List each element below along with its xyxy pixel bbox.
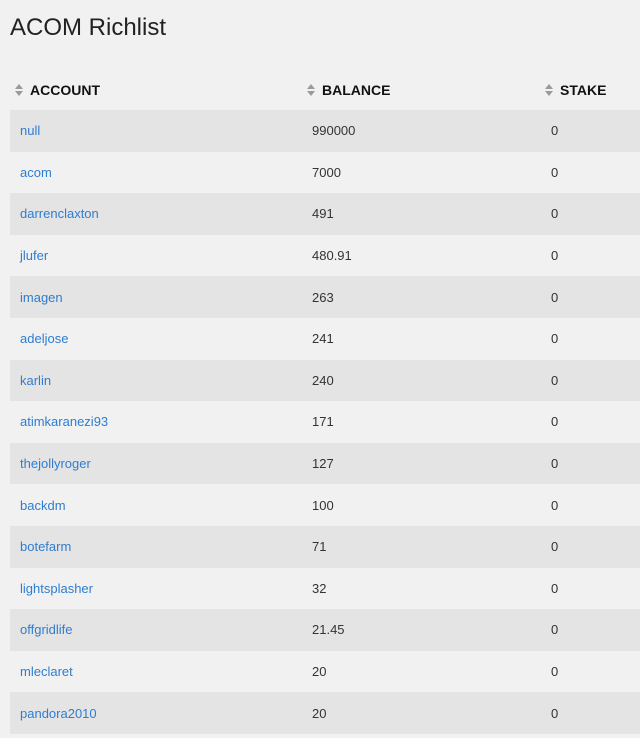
stake-cell: 0 bbox=[551, 456, 559, 472]
balance-cell: 240 bbox=[312, 372, 334, 388]
stake-cell: 0 bbox=[551, 414, 559, 430]
balance-cell: 171 bbox=[312, 414, 334, 430]
column-header-balance-label: BALANCE bbox=[322, 82, 391, 98]
stake-cell: 0 bbox=[551, 705, 559, 721]
stake-cell: 0 bbox=[551, 622, 559, 638]
stake-cell: 0 bbox=[551, 497, 559, 513]
balance-cell: 241 bbox=[312, 331, 334, 347]
account-link[interactable]: botefarm bbox=[20, 526, 71, 568]
column-header-stake-label: STAKE bbox=[560, 82, 607, 98]
balance-cell: 32 bbox=[312, 580, 327, 596]
balance-cell: 20 bbox=[312, 664, 327, 680]
account-link[interactable]: karlin bbox=[20, 360, 51, 402]
table-row: botefarm 71 0 bbox=[10, 525, 640, 568]
page: ACOM Richlist ACCOUNT BALANCE STAKE null… bbox=[0, 0, 640, 738]
balance-cell: 20 bbox=[312, 705, 327, 721]
table-row: backdm 100 0 bbox=[10, 484, 640, 526]
account-link[interactable]: mleclaret bbox=[20, 651, 73, 693]
column-header-account[interactable]: ACCOUNT bbox=[14, 70, 100, 110]
table-row: thejollyroger 127 0 bbox=[10, 442, 640, 485]
table-row: pandora2010 20 0 bbox=[10, 692, 640, 734]
table-row: darrenclaxton 491 0 bbox=[10, 193, 640, 235]
account-link[interactable]: imagen bbox=[20, 276, 63, 318]
table-row: offgridlife 21.45 0 bbox=[10, 609, 640, 651]
table-row: null 990000 0 bbox=[10, 110, 640, 152]
sort-icon[interactable] bbox=[14, 83, 24, 97]
stake-cell: 0 bbox=[551, 331, 559, 347]
stake-cell: 0 bbox=[551, 248, 559, 264]
balance-cell: 263 bbox=[312, 289, 334, 305]
column-header-account-label: ACCOUNT bbox=[30, 82, 100, 98]
stake-cell: 0 bbox=[551, 580, 559, 596]
table-row: jlufer 480.91 0 bbox=[10, 234, 640, 277]
table-row: karlin 240 0 bbox=[10, 359, 640, 402]
balance-cell: 7000 bbox=[312, 164, 341, 180]
table-row: atimkaranezi93 171 0 bbox=[10, 401, 640, 443]
account-link[interactable]: adeljose bbox=[20, 318, 68, 360]
table-row: acom 7000 0 bbox=[10, 151, 640, 194]
balance-cell: 480.91 bbox=[312, 248, 352, 264]
column-header-stake[interactable]: STAKE bbox=[544, 70, 606, 110]
table-row: adeljose 241 0 bbox=[10, 317, 640, 360]
account-link[interactable]: pandora2010 bbox=[20, 692, 97, 734]
table-body: null 990000 0 acom 7000 0 darrenclaxton … bbox=[10, 110, 640, 734]
balance-cell: 21.45 bbox=[312, 622, 345, 638]
table-row: mleclaret 20 0 bbox=[10, 650, 640, 693]
column-header-balance[interactable]: BALANCE bbox=[306, 70, 390, 110]
account-link[interactable]: jlufer bbox=[20, 235, 48, 277]
table-row: lightsplasher 32 0 bbox=[10, 567, 640, 610]
richlist-table: ACCOUNT BALANCE STAKE null 990000 0 acom… bbox=[10, 70, 640, 734]
stake-cell: 0 bbox=[551, 206, 559, 222]
stake-cell: 0 bbox=[551, 372, 559, 388]
stake-cell: 0 bbox=[551, 664, 559, 680]
account-link[interactable]: acom bbox=[20, 152, 52, 194]
balance-cell: 100 bbox=[312, 497, 334, 513]
stake-cell: 0 bbox=[551, 164, 559, 180]
stake-cell: 0 bbox=[551, 539, 559, 555]
account-link[interactable]: null bbox=[20, 110, 40, 152]
sort-icon[interactable] bbox=[544, 83, 554, 97]
sort-icon[interactable] bbox=[306, 83, 316, 97]
balance-cell: 127 bbox=[312, 456, 334, 472]
table-row: imagen 263 0 bbox=[10, 276, 640, 318]
page-title: ACOM Richlist bbox=[10, 14, 167, 41]
account-link[interactable]: thejollyroger bbox=[20, 443, 91, 485]
stake-cell: 0 bbox=[551, 289, 559, 305]
account-link[interactable]: lightsplasher bbox=[20, 568, 93, 610]
account-link[interactable]: atimkaranezi93 bbox=[20, 401, 108, 443]
account-link[interactable]: offgridlife bbox=[20, 609, 73, 651]
account-link[interactable]: backdm bbox=[20, 484, 66, 526]
balance-cell: 491 bbox=[312, 206, 334, 222]
balance-cell: 990000 bbox=[312, 123, 356, 139]
table-header: ACCOUNT BALANCE STAKE bbox=[10, 70, 640, 110]
account-link[interactable]: darrenclaxton bbox=[20, 193, 99, 235]
balance-cell: 71 bbox=[312, 539, 327, 555]
stake-cell: 0 bbox=[551, 123, 559, 139]
